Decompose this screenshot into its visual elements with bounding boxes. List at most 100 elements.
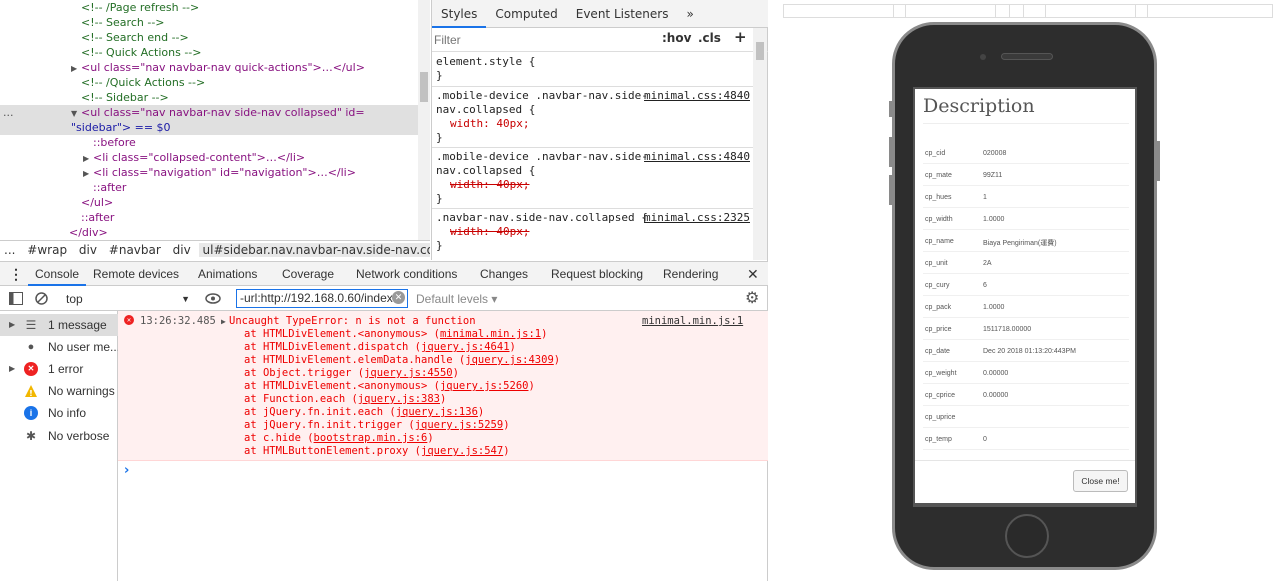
console-output[interactable]: ✕ 13:26:32.485 ▶ Uncaught TypeError: n i… <box>118 311 768 581</box>
sidebar-item-verbose[interactable]: ✱ No verbose <box>0 425 118 447</box>
modal-row: cp_price 1511718.00000 <box>923 318 1129 340</box>
stack-frame-link[interactable]: jquery.js:4641 <box>421 341 510 353</box>
tree-node-pseudo[interactable]: ::after <box>81 210 114 225</box>
sidebar-item-errors[interactable]: ▶ ✕ 1 error <box>0 358 118 380</box>
breadcrumb-item[interactable]: #navbar <box>105 243 165 257</box>
breadcrumb-item[interactable]: div <box>169 243 195 257</box>
stack-frame-link[interactable]: minimal.min.js:1 <box>440 328 541 340</box>
stack-frame-text: at HTMLDivElement.dispatch ( <box>244 341 422 353</box>
close-drawer-icon[interactable]: ✕ <box>747 262 759 286</box>
sidebar-toggle-icon[interactable] <box>9 292 23 305</box>
rule-property-overridden[interactable]: width: 40px; <box>436 225 750 239</box>
tab-changes[interactable]: Changes <box>480 262 528 286</box>
drawer-menu-icon[interactable]: ⋮ <box>9 262 23 286</box>
expand-triangle-icon[interactable]: ▶ <box>221 315 226 328</box>
tree-node-li[interactable]: ▶ <li class="collapsed-content">…</li> <box>83 150 305 165</box>
expand-triangle-icon[interactable]: ▶ <box>71 61 81 76</box>
new-rule-button[interactable]: + <box>734 28 747 46</box>
tree-node-comment[interactable]: <!-- Sidebar --> <box>81 90 169 105</box>
close-button[interactable]: Close me! <box>1073 470 1128 492</box>
breadcrumb-item[interactable]: div <box>75 243 101 257</box>
mute-switch <box>889 101 892 117</box>
sidebar-item-warnings[interactable]: ! No warnings <box>0 380 118 402</box>
collapse-triangle-icon[interactable]: ▼ <box>71 106 81 121</box>
stack-frame-text: ) <box>477 406 485 418</box>
stack-frame-link[interactable]: jquery.js:4550 <box>364 367 453 379</box>
hov-toggle[interactable]: :hov <box>662 31 691 45</box>
breadcrumb-ellipsis[interactable]: ... <box>0 243 19 257</box>
log-levels-select[interactable]: Default levels ▾ <box>416 290 497 308</box>
sidebar-item-user-messages[interactable]: ● No user me... <box>0 336 120 358</box>
cls-toggle[interactable]: .cls <box>698 31 721 45</box>
expand-triangle-icon[interactable]: ▶ <box>83 166 93 181</box>
clear-console-icon[interactable] <box>35 292 48 305</box>
field-value: 1.0000 <box>983 304 1005 311</box>
style-rule[interactable]: .mobile-device .navbar-nav.side- nav.col… <box>432 148 754 209</box>
elements-scrollbar[interactable] <box>418 0 430 240</box>
rule-property[interactable]: width: 40px; <box>436 117 750 131</box>
stack-frame-link[interactable]: jquery.js:5260 <box>440 380 529 392</box>
tree-node-li[interactable]: ▶ <li class="navigation" id="navigation">… <box>83 165 356 180</box>
console-error-message[interactable]: ✕ 13:26:32.485 ▶ Uncaught TypeError: n i… <box>118 311 768 461</box>
tab-coverage[interactable]: Coverage <box>282 262 334 286</box>
tab-console[interactable]: Console <box>28 262 87 286</box>
tab-request-blocking[interactable]: Request blocking <box>551 262 643 286</box>
tab-remote-devices[interactable]: Remote devices <box>93 262 179 286</box>
eye-icon[interactable] <box>205 293 221 304</box>
warning-icon: ! <box>25 385 37 398</box>
rule-source-link[interactable]: minimal.css:4840 <box>644 89 750 103</box>
tree-node-comment[interactable]: <!-- /Page refresh --> <box>81 0 199 15</box>
tab-network-conditions[interactable]: Network conditions <box>356 262 457 286</box>
rule-close: } <box>436 131 443 144</box>
tree-node-close[interactable]: </div> <box>69 225 108 240</box>
more-tabs-icon[interactable]: » <box>677 0 702 28</box>
stack-frame-link[interactable]: jquery.js:136 <box>396 406 478 418</box>
elements-tree[interactable]: <!-- /Page refresh --> <!-- Search --> <… <box>0 0 430 240</box>
console-prompt[interactable]: › <box>124 463 129 478</box>
expand-arrow-icon[interactable]: ▶ <box>9 314 15 336</box>
context-select[interactable]: top ▼ <box>62 290 192 308</box>
tree-node-comment[interactable]: <!-- Quick Actions --> <box>81 45 202 60</box>
console-filter-input[interactable]: -url:http://192.168.0.60/index ✕ <box>236 289 408 308</box>
clear-filter-icon[interactable]: ✕ <box>392 291 405 304</box>
stack-frame-link[interactable]: jquery.js:547 <box>421 445 503 457</box>
tab-animations[interactable]: Animations <box>198 262 257 286</box>
error-source-link[interactable]: minimal.min.js:1 <box>642 315 743 328</box>
tree-node-comment[interactable]: <!-- /Quick Actions --> <box>81 75 205 90</box>
stack-frame-link[interactable]: jquery.js:383 <box>358 393 440 405</box>
modal-row: cp_weight 0.00000 <box>923 362 1129 384</box>
breadcrumb-item-selected[interactable]: ul#sidebar.nav.navbar-nav.side-nav.colla… <box>198 243 430 257</box>
style-rule[interactable]: .navbar-nav.side-nav.collapsed { minimal… <box>432 209 754 256</box>
style-rule[interactable]: element.style { } <box>432 53 754 87</box>
stack-frame-link[interactable]: jquery.js:5259 <box>415 419 504 431</box>
gear-icon[interactable]: ⚙ <box>745 288 759 308</box>
expand-arrow-icon[interactable]: ▶ <box>9 358 15 380</box>
tree-node-comment[interactable]: <!-- Search end --> <box>81 30 189 45</box>
styles-filter-input[interactable] <box>434 31 650 49</box>
tab-event-listeners[interactable]: Event Listeners <box>567 0 678 28</box>
expand-triangle-icon[interactable]: ▶ <box>83 151 93 166</box>
camera-icon <box>980 54 986 60</box>
tab-computed[interactable]: Computed <box>486 0 566 28</box>
scrollbar-thumb[interactable] <box>420 72 428 102</box>
style-rule[interactable]: .mobile-device .navbar-nav.side- nav.col… <box>432 87 754 148</box>
rule-property-overridden[interactable]: width: 40px; <box>436 178 750 192</box>
tree-node-comment[interactable]: <!-- Search --> <box>81 15 165 30</box>
tree-node-close[interactable]: </ul> <box>81 195 113 210</box>
tree-node-ul-quick-actions[interactable]: ▶ <ul class="nav navbar-nav quick-actions… <box>71 60 365 75</box>
sidebar-item-messages[interactable]: ▶ ☰ 1 message <box>0 314 118 336</box>
rule-source-link[interactable]: minimal.css:4840 <box>644 150 750 164</box>
tree-node-selected[interactable]: ... ▼ <ul class="nav navbar-nav side-nav … <box>0 105 418 135</box>
sidebar-item-info[interactable]: i No info <box>0 402 118 424</box>
tree-node-pseudo[interactable]: ::before <box>93 135 136 150</box>
tree-node-pseudo[interactable]: ::after <box>93 180 126 195</box>
node-ellipsis[interactable]: ... <box>3 105 14 120</box>
tab-styles[interactable]: Styles <box>432 0 487 28</box>
styles-scrollbar[interactable] <box>753 28 767 260</box>
tab-rendering[interactable]: Rendering <box>663 262 718 286</box>
stack-frame-link[interactable]: jquery.js:4309 <box>465 354 554 366</box>
scrollbar-thumb[interactable] <box>756 42 764 60</box>
stack-frame-link[interactable]: bootstrap.min.js:6 <box>314 432 428 444</box>
rule-source-link[interactable]: minimal.css:2325 <box>644 211 750 225</box>
breadcrumb-item[interactable]: #wrap <box>23 243 71 257</box>
